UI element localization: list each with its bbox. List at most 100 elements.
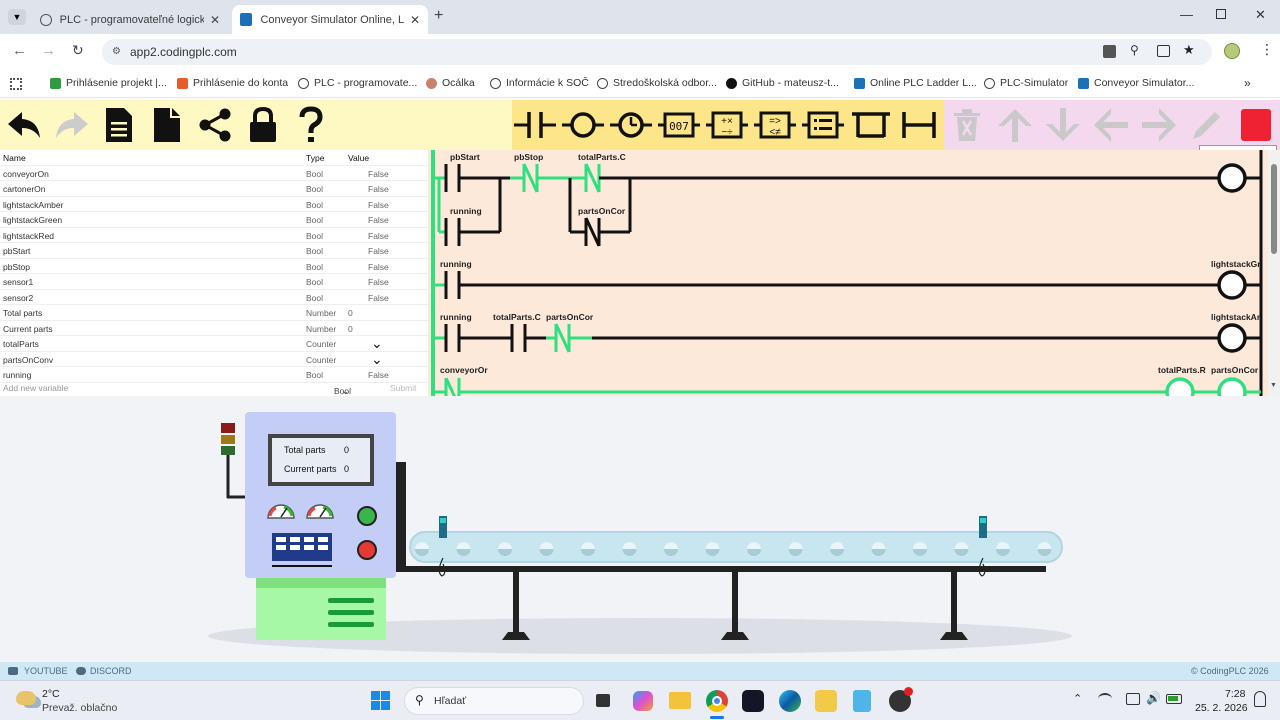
chevron-down-icon[interactable]: ⌄	[371, 335, 383, 352]
compare-button[interactable]: => <≠	[754, 104, 796, 146]
site-info-icon[interactable]: ⚙	[112, 39, 121, 65]
back-icon[interactable]: ←	[12, 42, 27, 59]
notepad-icon[interactable]	[853, 690, 871, 712]
network-icon[interactable]	[1098, 693, 1112, 705]
variable-value[interactable]: False	[368, 246, 389, 256]
edge-icon[interactable]	[779, 690, 801, 712]
variable-value[interactable]: False	[368, 262, 389, 272]
obs-icon[interactable]	[889, 687, 913, 712]
speedtest-icon[interactable]	[742, 690, 764, 712]
bookmark-3[interactable]: PLC - programovate...	[298, 77, 417, 89]
branch-button[interactable]	[850, 104, 892, 146]
more-bookmarks-icon[interactable]: »	[1244, 76, 1251, 90]
wire-button[interactable]	[898, 104, 940, 146]
move-down-button[interactable]	[1042, 104, 1084, 146]
maximize-icon[interactable]	[1216, 9, 1226, 19]
coil-button[interactable]	[562, 104, 604, 146]
variable-value[interactable]: False	[368, 370, 389, 380]
edit-button[interactable]	[1186, 104, 1228, 146]
zoom-icon[interactable]: ⚲	[1130, 43, 1139, 57]
bookmark-2[interactable]: Prihlásenie do konta	[177, 77, 288, 89]
move-up-button[interactable]	[994, 104, 1036, 146]
share-button[interactable]	[194, 104, 236, 146]
start-icon[interactable]	[371, 691, 390, 710]
new-variable-input[interactable]: Add new variable	[3, 383, 68, 393]
table-row[interactable]: pbStart Bool False	[0, 243, 428, 259]
variable-value[interactable]: False	[368, 231, 389, 241]
clock-date[interactable]: 25. 2. 2026	[1195, 702, 1248, 714]
menu-icon[interactable]: ⋮	[1260, 41, 1274, 58]
lock-button[interactable]	[242, 104, 284, 146]
chrome-icon[interactable]	[706, 690, 728, 712]
ladder-scrollbar[interactable]: ▼	[1268, 150, 1280, 396]
table-row[interactable]: lightstackAmber Bool False	[0, 197, 428, 212]
submit-button[interactable]: Submit	[390, 383, 416, 393]
install-icon[interactable]	[1157, 45, 1170, 57]
bookmark-5[interactable]: Informácie k SOČ	[490, 77, 589, 89]
close-icon[interactable]: ✕	[210, 13, 220, 27]
close-icon[interactable]: ✕	[410, 13, 420, 27]
table-row[interactable]: conveyorOn Bool False	[0, 166, 428, 181]
notifications-icon[interactable]	[1254, 691, 1266, 707]
tab-conveyor-simulator[interactable]: Conveyor Simulator Online, Lad ✕	[232, 5, 428, 34]
profile-avatar[interactable]	[1224, 43, 1240, 59]
move-right-button[interactable]	[1138, 104, 1180, 146]
help-button[interactable]	[290, 104, 332, 146]
tab-list-chevron-icon[interactable]: ▼	[8, 9, 26, 25]
weather-icon[interactable]	[16, 691, 36, 705]
taskbar-search[interactable]: ⚲ Hľadať	[404, 687, 584, 715]
tab-plc[interactable]: PLC - programovateľné logické ✕	[32, 5, 228, 34]
file-explorer-icon[interactable]	[669, 692, 691, 709]
variable-value[interactable]: False	[368, 184, 389, 194]
pen-tool-icon[interactable]	[815, 690, 837, 712]
window-close-icon[interactable]: ✕	[1255, 7, 1266, 23]
variable-value[interactable]: False	[368, 200, 389, 210]
undo-button[interactable]	[4, 104, 46, 146]
table-row[interactable]: cartonerOn Bool False	[0, 181, 428, 197]
redo-button[interactable]	[50, 104, 92, 146]
battery-icon[interactable]	[1166, 694, 1182, 704]
variable-value[interactable]: False	[368, 277, 389, 287]
youtube-link[interactable]: YOUTUBE	[24, 666, 68, 676]
scrollbar-thumb[interactable]	[1271, 164, 1277, 254]
table-row[interactable]: lightstackRed Bool False	[0, 228, 428, 243]
move-left-button[interactable]	[1090, 104, 1132, 146]
discord-link[interactable]: DISCORD	[90, 666, 132, 676]
stop-simulation-button[interactable]	[1236, 104, 1276, 146]
open-file-button[interactable]	[98, 104, 140, 146]
list-button[interactable]	[802, 104, 844, 146]
apps-grid-icon[interactable]	[10, 78, 22, 90]
clock-time[interactable]: 7:28	[1225, 688, 1245, 700]
task-view-icon[interactable]	[596, 694, 610, 707]
copilot-icon[interactable]	[633, 691, 653, 711]
variable-value[interactable]: False	[368, 293, 389, 303]
minimize-icon[interactable]: —	[1180, 7, 1193, 22]
new-file-button[interactable]	[146, 104, 188, 146]
timer-button[interactable]	[610, 104, 652, 146]
ladder-diagram[interactable]: pbStart pbStop totalParts.C running part…	[428, 150, 1268, 396]
scroll-down-icon[interactable]: ▼	[1270, 382, 1277, 389]
bookmark-4[interactable]: Ocálka	[426, 77, 475, 89]
delete-button[interactable]	[946, 104, 988, 146]
bookmark-7[interactable]: GitHub - mateusz-t...	[726, 77, 839, 89]
bookmark-star-icon[interactable]: ★	[1183, 42, 1195, 58]
table-row[interactable]: Total parts Number 0	[0, 305, 428, 321]
bookmark-9[interactable]: PLC-Simulator	[984, 77, 1068, 89]
counter-button[interactable]: 007	[658, 104, 700, 146]
contact-button[interactable]	[514, 104, 556, 146]
url-input[interactable]: ⚙ app2.codingplc.com	[102, 39, 1212, 65]
display-icon[interactable]	[1126, 693, 1140, 705]
variable-value[interactable]: False	[368, 215, 389, 225]
variable-value[interactable]: False	[368, 169, 389, 179]
forward-icon[interactable]: →	[41, 42, 56, 59]
chevron-down-icon[interactable]: ⌄	[371, 351, 383, 368]
table-row[interactable]: partsOnConv Counter ⌄	[0, 351, 428, 368]
bookmark-10[interactable]: Conveyor Simulator...	[1078, 77, 1194, 89]
table-row[interactable]: Current parts Number 0	[0, 321, 428, 336]
math-button[interactable]: +× −÷	[706, 104, 748, 146]
reload-icon[interactable]: ↻	[72, 42, 84, 59]
bookmark-8[interactable]: Online PLC Ladder L...	[854, 77, 977, 89]
new-tab-icon[interactable]: +	[434, 7, 443, 25]
table-row[interactable]: lightstackGreen Bool False	[0, 212, 428, 228]
bookmark-1[interactable]: Prihlásenie projekt |...	[50, 77, 167, 89]
